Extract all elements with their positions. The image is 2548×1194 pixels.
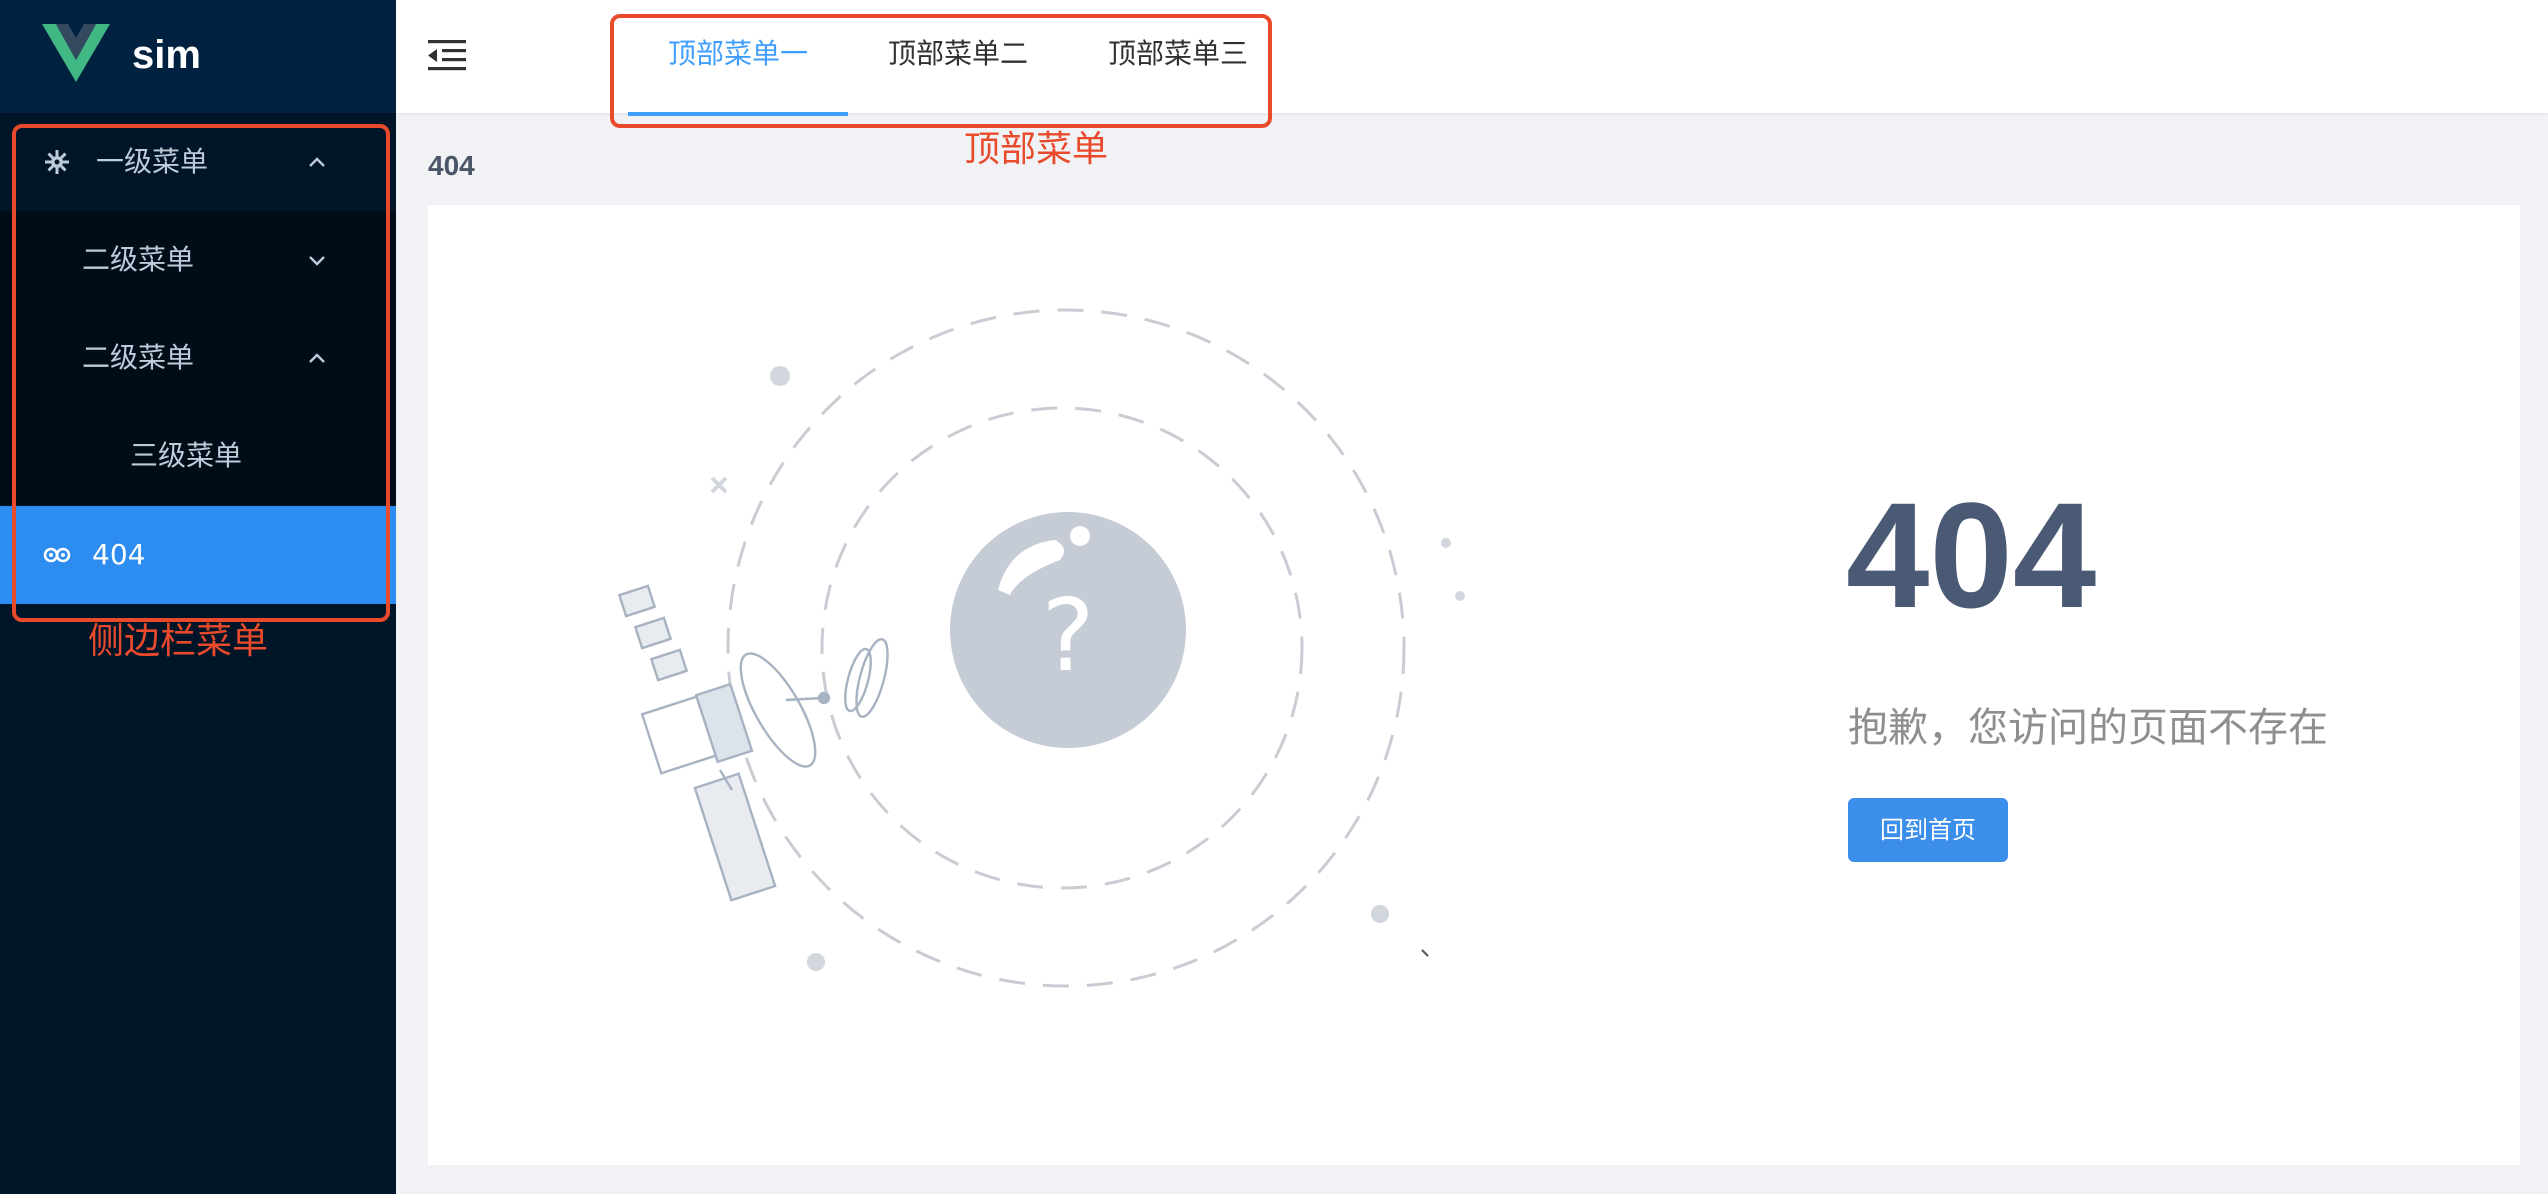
hamburger-fold-icon[interactable]	[428, 38, 466, 72]
sidebar-menu-highlight-box	[12, 124, 390, 622]
satellite-illustration: ?	[617, 308, 1465, 988]
vue-logo-icon	[42, 24, 110, 82]
top-menu-annotation: 顶部菜单	[964, 129, 1109, 170]
svg-text:?: ?	[1041, 577, 1094, 694]
page-title: 404	[428, 150, 475, 181]
logo-area[interactable]: sim	[0, 0, 396, 113]
back-home-button[interactable]: 回到首页	[1848, 798, 2008, 862]
top-menu-highlight-box	[610, 14, 1272, 128]
app-name: sim	[132, 33, 201, 77]
sidebar-menu-annotation: 侧边栏菜单	[88, 621, 269, 662]
error-message: 抱歉，您访问的页面不存在	[1848, 705, 2328, 751]
error-code: 404	[1846, 471, 2097, 639]
